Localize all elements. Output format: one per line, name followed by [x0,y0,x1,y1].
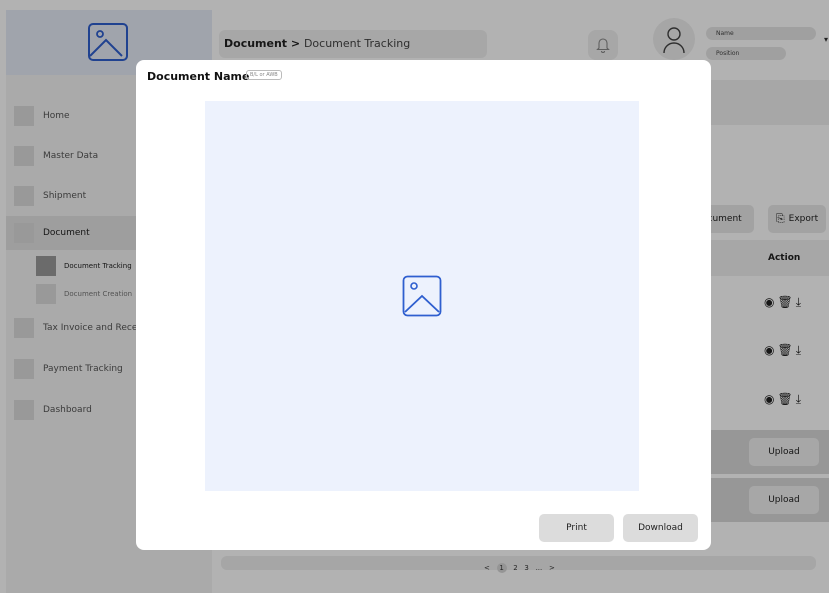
print-button[interactable]: Print [539,514,614,542]
download-button[interactable]: Download [623,514,698,542]
modal-subtitle-badge: B/L or AWB [246,70,282,80]
document-preview-modal: Document Name B/L or AWB Print Download [136,60,711,550]
download-label: Download [638,523,683,533]
document-preview [205,101,639,491]
modal-title: Document Name [147,70,250,83]
image-placeholder-icon [402,275,442,317]
print-label: Print [566,523,587,533]
